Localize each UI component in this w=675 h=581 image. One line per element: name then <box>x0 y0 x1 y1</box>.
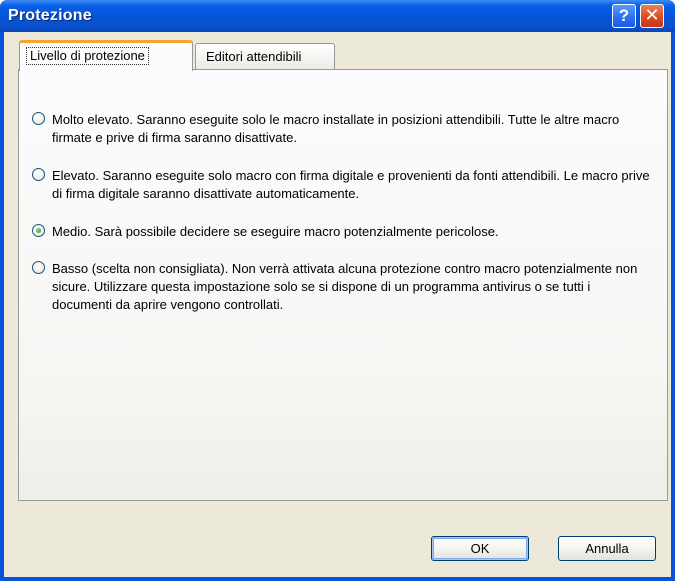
option-low-label: Basso (scelta non consigliata). Non verr… <box>52 261 638 312</box>
option-very-high-label: Molto elevato. Saranno eseguite solo le … <box>52 112 620 145</box>
tab-security-level[interactable]: Livello di protezione <box>19 40 193 71</box>
option-medium-label: Medio. Sarà possibile decidere se esegui… <box>52 224 499 239</box>
dialog-body: Livello di protezione Editori attendibil… <box>4 32 671 577</box>
radio-medium[interactable] <box>32 224 45 237</box>
protection-dialog: Protezione ? ✕ Livello di protezione Edi… <box>0 0 675 581</box>
radio-very-high[interactable] <box>32 112 45 125</box>
tab-trusted-publishers-label: Editori attendibili <box>206 49 302 64</box>
tab-security-level-label: Livello di protezione <box>26 47 149 65</box>
tab-trusted-publishers[interactable]: Editori attendibili <box>195 43 335 69</box>
title-bar[interactable]: Protezione ? ✕ <box>0 0 675 32</box>
tab-panel: Molto elevato. Saranno eseguite solo le … <box>18 69 668 501</box>
help-icon[interactable]: ? <box>612 4 636 28</box>
ok-button[interactable]: OK <box>431 536 529 561</box>
radio-high[interactable] <box>32 168 45 181</box>
option-high-label: Elevato. Saranno eseguite solo macro con… <box>52 168 650 201</box>
cancel-button[interactable]: Annulla <box>558 536 656 561</box>
close-icon[interactable]: ✕ <box>640 4 664 28</box>
dialog-title: Protezione <box>8 7 92 24</box>
radio-low[interactable] <box>32 261 45 274</box>
